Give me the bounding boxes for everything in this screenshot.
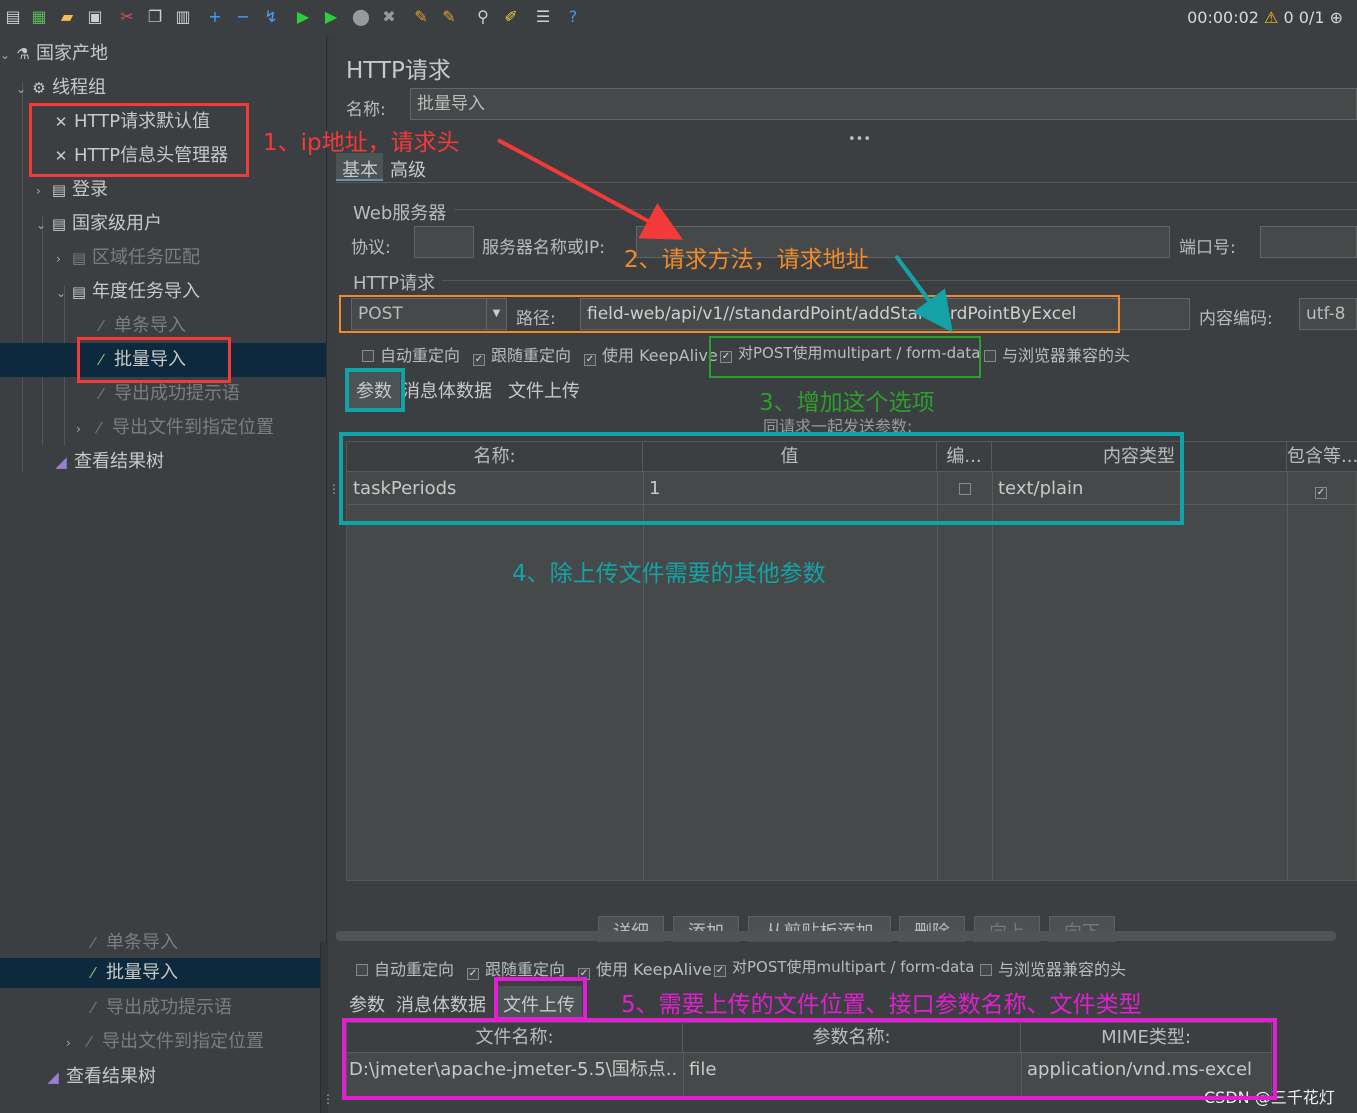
arrow-red bbox=[497, 138, 684, 240]
arrow-teal bbox=[894, 254, 953, 333]
annotation-arrows bbox=[497, 138, 953, 333]
